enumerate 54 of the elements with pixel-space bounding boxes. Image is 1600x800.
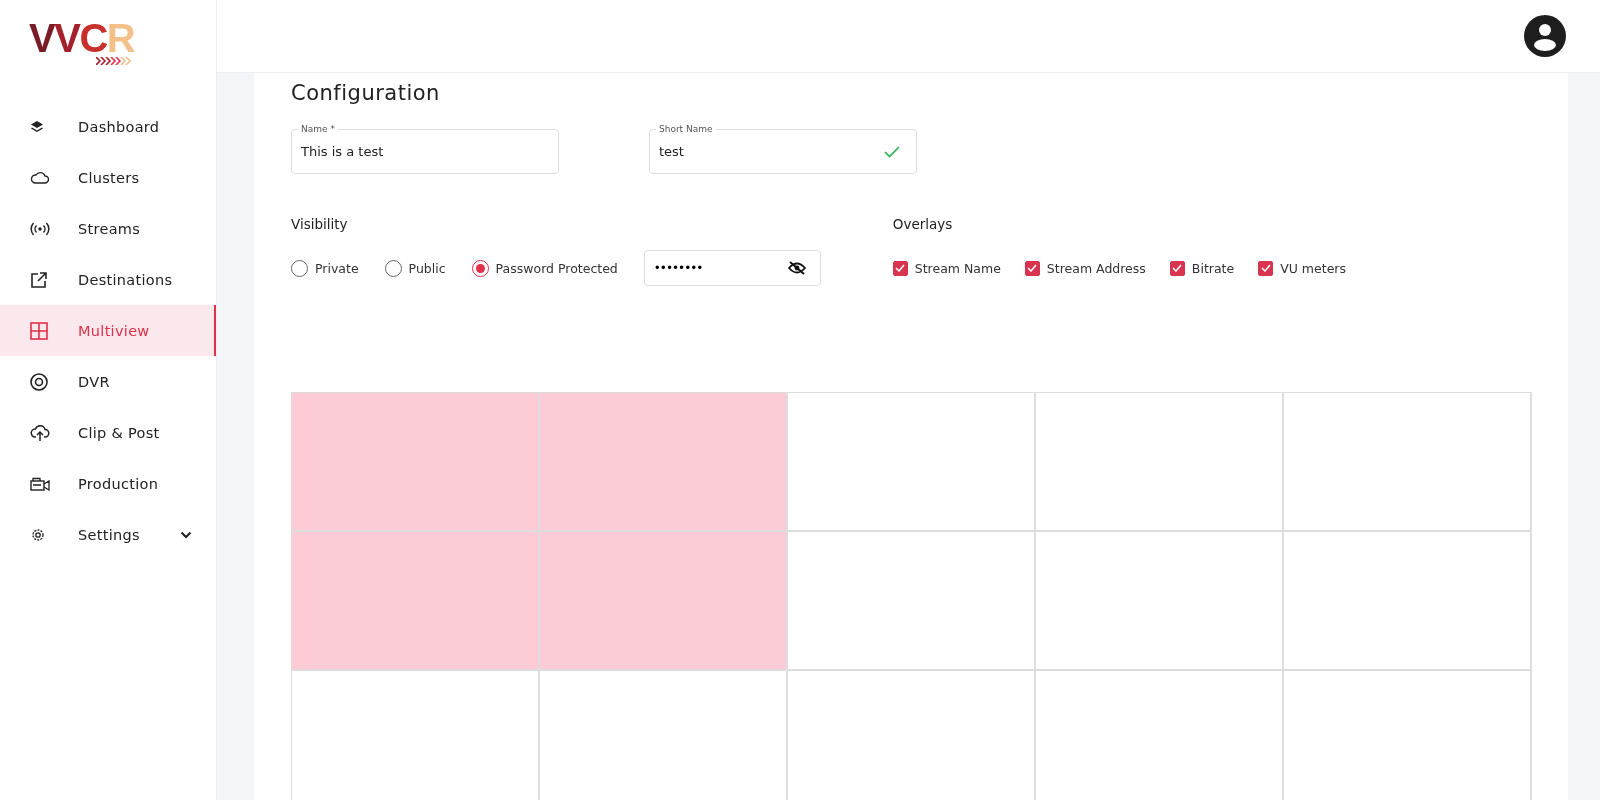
radio-label: Password Protected (495, 260, 618, 276)
checkbox-label: VU meters (1280, 260, 1346, 276)
nav-item[interactable]: Streams (0, 203, 216, 254)
nav-item[interactable]: Clusters (0, 152, 216, 203)
cloud-icon (30, 170, 50, 185)
chevron-down-icon[interactable] (180, 530, 192, 539)
radio-option[interactable]: Private (291, 259, 359, 277)
group-title: Overlays (892, 216, 954, 234)
checkbox-option[interactable]: Stream Address (1024, 260, 1146, 276)
eye-slash-icon[interactable] (787, 261, 806, 275)
grid-cell[interactable] (292, 393, 540, 532)
video-camera-icon (30, 476, 50, 491)
radio-label: Private (315, 260, 359, 276)
nav-item[interactable]: Clip & Post (0, 407, 216, 458)
grid-icon (30, 321, 48, 340)
nav-item[interactable]: Multiview (0, 305, 216, 356)
grid-cell[interactable] (540, 532, 788, 671)
checkbox-label: Bitrate (1191, 260, 1235, 276)
broadcast-icon (30, 221, 50, 236)
grid-cell[interactable] (788, 532, 1036, 671)
checkbox[interactable] (892, 260, 908, 276)
checkbox-option[interactable]: Stream Name (892, 260, 1001, 276)
checkbox-option[interactable]: Bitrate (1169, 260, 1235, 276)
grid-cell[interactable] (1284, 393, 1532, 532)
section-title: Configuration (291, 81, 441, 105)
checkbox-label: Stream Address (1046, 260, 1146, 276)
avatar-icon[interactable] (1524, 15, 1566, 57)
cloud-upload-icon (30, 423, 50, 442)
checkbox[interactable] (1258, 260, 1274, 276)
checkbox[interactable] (1169, 260, 1185, 276)
layers-icon (30, 119, 44, 134)
checkbox-label: Stream Name (914, 260, 1001, 276)
password-field[interactable]: •••••••• (643, 250, 821, 286)
checkbox-option[interactable]: VU meters (1258, 260, 1346, 276)
nav-item[interactable]: Dashboard (0, 101, 216, 152)
grid-cell[interactable] (1036, 532, 1284, 671)
external-link-icon (30, 270, 48, 289)
nav-item[interactable]: Settings (0, 509, 216, 560)
logo: VVCR (29, 20, 135, 65)
radio-option[interactable]: Password Protected (471, 259, 618, 277)
nav-item[interactable]: DVR (0, 356, 216, 407)
radio-option[interactable]: Public (384, 259, 446, 277)
grid-cell[interactable] (1284, 532, 1532, 671)
radio-label: Public (408, 260, 446, 276)
grid-cell[interactable] (1036, 393, 1284, 532)
disc-icon (30, 372, 48, 391)
grid-cell[interactable] (788, 393, 1036, 532)
group-title: Visibility (291, 216, 349, 234)
grid-cell[interactable] (540, 393, 788, 532)
grid-cell[interactable] (292, 532, 540, 671)
nav-item[interactable]: Destinations (0, 254, 216, 305)
checkbox[interactable] (1024, 260, 1040, 276)
settings-icon (30, 526, 46, 543)
nav-item[interactable]: Production (0, 458, 216, 509)
